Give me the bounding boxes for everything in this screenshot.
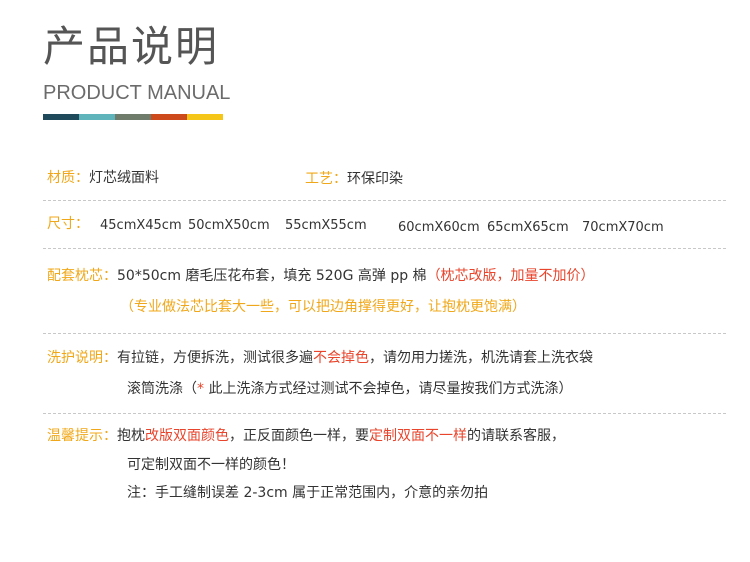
page-title: 产品说明 — [43, 22, 220, 71]
core-row: 配套枕芯：50*50cm 磨毛压花布套，填充 520G 高弹 pp 棉（枕芯改版… — [47, 269, 595, 283]
size-option: 45cmX45cm — [100, 218, 182, 233]
tip-text: ，正反面颜色一样，要 — [229, 428, 369, 444]
star-mark: * — [197, 381, 204, 397]
material-row: 材质：灯芯绒面料 — [47, 171, 159, 185]
divider — [43, 333, 726, 334]
core-label: 配套枕芯： — [47, 268, 117, 284]
tip-text: 抱枕 — [117, 428, 145, 444]
color-bar — [43, 114, 223, 120]
size-option: 50cmX50cm — [188, 218, 270, 233]
color-swatch — [151, 114, 187, 120]
size-option: 65cmX65cm — [487, 220, 569, 235]
color-swatch — [115, 114, 151, 120]
divider — [43, 200, 726, 201]
size-option: 55cmX55cm — [285, 218, 367, 233]
craft-row: 工艺：环保印染 — [305, 172, 403, 186]
tip-highlight: 定制双面不一样 — [369, 428, 467, 444]
wash-line-2: 滚筒洗涤（* 此上洗涤方式经过测试不会掉色，请尽量按我们方式洗涤） — [127, 382, 572, 396]
color-swatch — [79, 114, 115, 120]
wash-text: 有拉链，方便拆洗，测试很多遍 — [117, 350, 313, 366]
core-highlight: （枕芯改版，加量不加价） — [426, 268, 595, 284]
color-swatch — [43, 114, 79, 120]
wash-text: ，请勿用力搓洗，机洗请套上洗衣袋 — [369, 350, 593, 366]
tip-text: 的请联系客服， — [467, 428, 565, 444]
size-row: 尺寸： — [47, 217, 89, 231]
wash-row: 洗护说明：有拉链，方便拆洗，测试很多遍不会掉色，请勿用力搓洗，机洗请套上洗衣袋 — [47, 351, 593, 365]
tip-line-3: 注：手工缝制误差 2-3cm 属于正常范围内，介意的亲勿拍 — [127, 485, 489, 501]
core-text: 50*50cm 磨毛压花布套，填充 520G 高弹 pp 棉 — [117, 268, 427, 284]
material-label: 材质： — [47, 170, 89, 186]
color-swatch — [187, 114, 223, 120]
core-note: （专业做法芯比套大一些，可以把边角撑得更好，让抱枕更饱满） — [120, 299, 526, 315]
size-label: 尺寸： — [47, 216, 89, 232]
craft-value: 环保印染 — [347, 171, 403, 187]
tip-row: 温馨提示：抱枕改版双面颜色，正反面颜色一样，要定制双面不一样的请联系客服， — [47, 429, 565, 443]
wash-label: 洗护说明： — [47, 350, 117, 366]
size-option: 60cmX60cm — [398, 220, 480, 235]
tip-label: 温馨提示： — [47, 428, 117, 444]
craft-label: 工艺： — [305, 171, 347, 187]
divider — [43, 413, 726, 414]
page-subtitle: PRODUCT MANUAL — [43, 82, 231, 104]
tip-highlight: 改版双面颜色 — [145, 428, 229, 444]
wash-text: 滚筒洗涤（ — [127, 381, 197, 397]
size-option: 70cmX70cm — [582, 220, 664, 235]
wash-highlight: 不会掉色 — [313, 350, 369, 366]
divider — [43, 248, 726, 249]
wash-text: 此上洗涤方式经过测试不会掉色，请尽量按我们方式洗涤） — [204, 381, 573, 397]
tip-line-2: 可定制双面不一样的颜色！ — [127, 457, 295, 473]
material-value: 灯芯绒面料 — [89, 170, 159, 186]
